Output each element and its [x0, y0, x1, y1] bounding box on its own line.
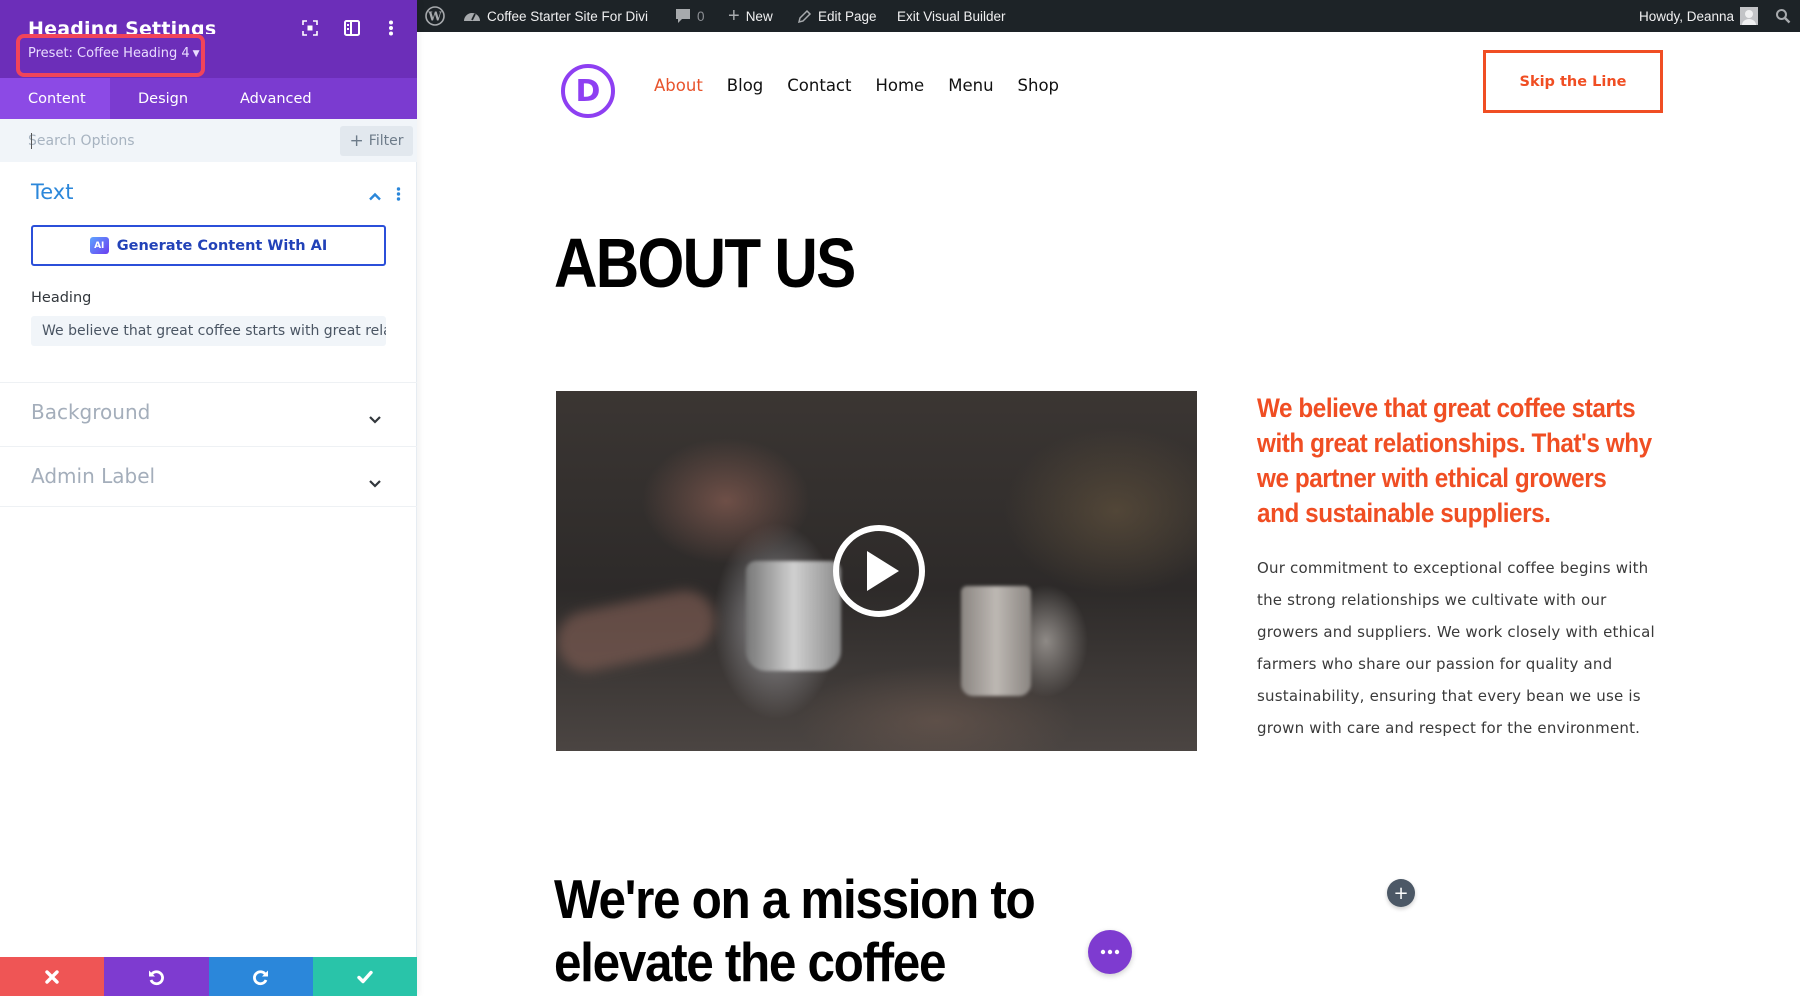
search-options-input[interactable] [28, 127, 328, 155]
panel-header: Heading Settings Preset: Coffee Heading … [0, 0, 417, 78]
tab-advanced[interactable]: Advanced [220, 78, 340, 119]
section-options-icon[interactable] [396, 186, 401, 205]
greeting: Howdy, Deanna [1639, 8, 1735, 24]
redo-button[interactable] [208, 957, 313, 996]
chevron-down-icon[interactable] [368, 409, 382, 428]
comment-icon [676, 9, 690, 23]
divider [0, 382, 417, 383]
edit-page-label: Edit Page [818, 8, 877, 24]
close-icon [45, 969, 59, 984]
wordpress-logo-icon[interactable]: W [425, 0, 445, 32]
comments-link[interactable]: 0 [675, 0, 705, 32]
site-logo[interactable]: D [561, 64, 615, 118]
divider [0, 506, 417, 507]
chevron-down-icon[interactable] [368, 473, 382, 492]
page-title[interactable]: ABOUT US [554, 228, 856, 298]
wp-admin-bar: W Coffee Starter Site For Divi 0 + New E… [417, 0, 1800, 32]
chevron-up-icon[interactable] [368, 186, 382, 205]
action-bar [0, 957, 417, 996]
comments-count: 0 [697, 8, 705, 24]
preset-selector[interactable]: Preset: Coffee Heading 4 ▼ [28, 46, 200, 61]
heading-field-label: Heading [31, 290, 92, 306]
video-frame-detail [961, 586, 1031, 696]
settings-panel: Heading Settings Preset: Coffee Heading … [0, 0, 417, 996]
filter-button[interactable]: + Filter [340, 126, 413, 156]
caret-down-icon: ▼ [192, 48, 200, 59]
edit-page-link[interactable]: Edit Page [797, 0, 877, 32]
ai-icon: AI [89, 237, 109, 254]
split-view-icon[interactable] [342, 18, 362, 38]
lead-heading[interactable]: We believe that great coffee starts with… [1257, 391, 1653, 531]
nav-about[interactable]: About [654, 76, 703, 95]
play-icon[interactable] [833, 525, 925, 617]
search-icon[interactable] [1775, 0, 1791, 32]
new-label: New [745, 8, 773, 24]
panel-title: Heading Settings [28, 18, 217, 34]
user-account-menu[interactable]: Howdy, Deanna [1639, 0, 1759, 32]
filter-label: Filter [368, 133, 404, 149]
about-paragraph[interactable]: Our commitment to exceptional coffee beg… [1257, 552, 1667, 744]
nav-contact[interactable]: Contact [787, 76, 851, 95]
svg-text:W: W [427, 10, 442, 24]
divider [0, 446, 417, 447]
tab-design[interactable]: Design [110, 78, 220, 119]
undo-button[interactable] [104, 957, 209, 996]
nav-menu[interactable]: Menu [948, 76, 993, 95]
check-icon [357, 970, 373, 983]
nav-home[interactable]: Home [875, 76, 924, 95]
heading-input[interactable]: We believe that great coffee starts with… [31, 316, 386, 346]
generate-ai-label: Generate Content With AI [116, 237, 328, 254]
add-module-button[interactable]: + [1387, 879, 1415, 907]
mission-heading[interactable]: We're on a mission to elevate the coffee [554, 868, 1058, 994]
pencil-icon [797, 9, 812, 23]
redo-icon [252, 969, 268, 985]
plus-icon: + [728, 5, 740, 27]
user-avatar [1740, 7, 1759, 25]
new-content-link[interactable]: + New [728, 0, 773, 32]
plus-icon: + [1393, 882, 1409, 904]
panel-tabs: Content Design Advanced [0, 78, 417, 119]
site-name-link[interactable]: Coffee Starter Site For Divi [463, 0, 648, 32]
main-nav: About Blog Contact Home Menu Shop [654, 76, 1083, 95]
exit-visual-builder-link[interactable]: Exit Visual Builder [897, 0, 1006, 32]
generate-ai-button[interactable]: AI Generate Content With AI [31, 225, 386, 266]
skip-the-line-button[interactable]: Skip the Line [1483, 50, 1663, 113]
video-player[interactable] [556, 391, 1197, 751]
undo-icon [149, 969, 165, 985]
section-admin-label-toggle[interactable]: Admin Label [31, 464, 155, 488]
save-button[interactable] [312, 957, 417, 996]
cancel-button[interactable] [0, 957, 105, 996]
preset-label: Preset: Coffee Heading 4 [28, 46, 190, 61]
video-frame-detail [556, 585, 721, 677]
tab-content[interactable]: Content [0, 78, 110, 119]
text-cursor [31, 133, 32, 149]
nav-blog[interactable]: Blog [727, 76, 763, 95]
section-text-toggle[interactable]: Text [31, 180, 73, 204]
dashboard-icon [464, 13, 480, 21]
more-vertical-icon[interactable] [381, 18, 401, 38]
section-background-toggle[interactable]: Background [31, 400, 150, 424]
plus-icon: + [349, 130, 364, 151]
exit-builder-label: Exit Visual Builder [897, 8, 1006, 24]
page-canvas: D About Blog Contact Home Menu Shop Skip… [417, 32, 1800, 996]
focus-icon[interactable] [300, 18, 320, 38]
nav-shop[interactable]: Shop [1018, 76, 1060, 95]
more-horizontal-icon [1100, 949, 1120, 955]
builder-more-button[interactable] [1088, 930, 1132, 974]
video-frame-detail [746, 561, 841, 671]
site-name: Coffee Starter Site For Divi [487, 8, 649, 24]
